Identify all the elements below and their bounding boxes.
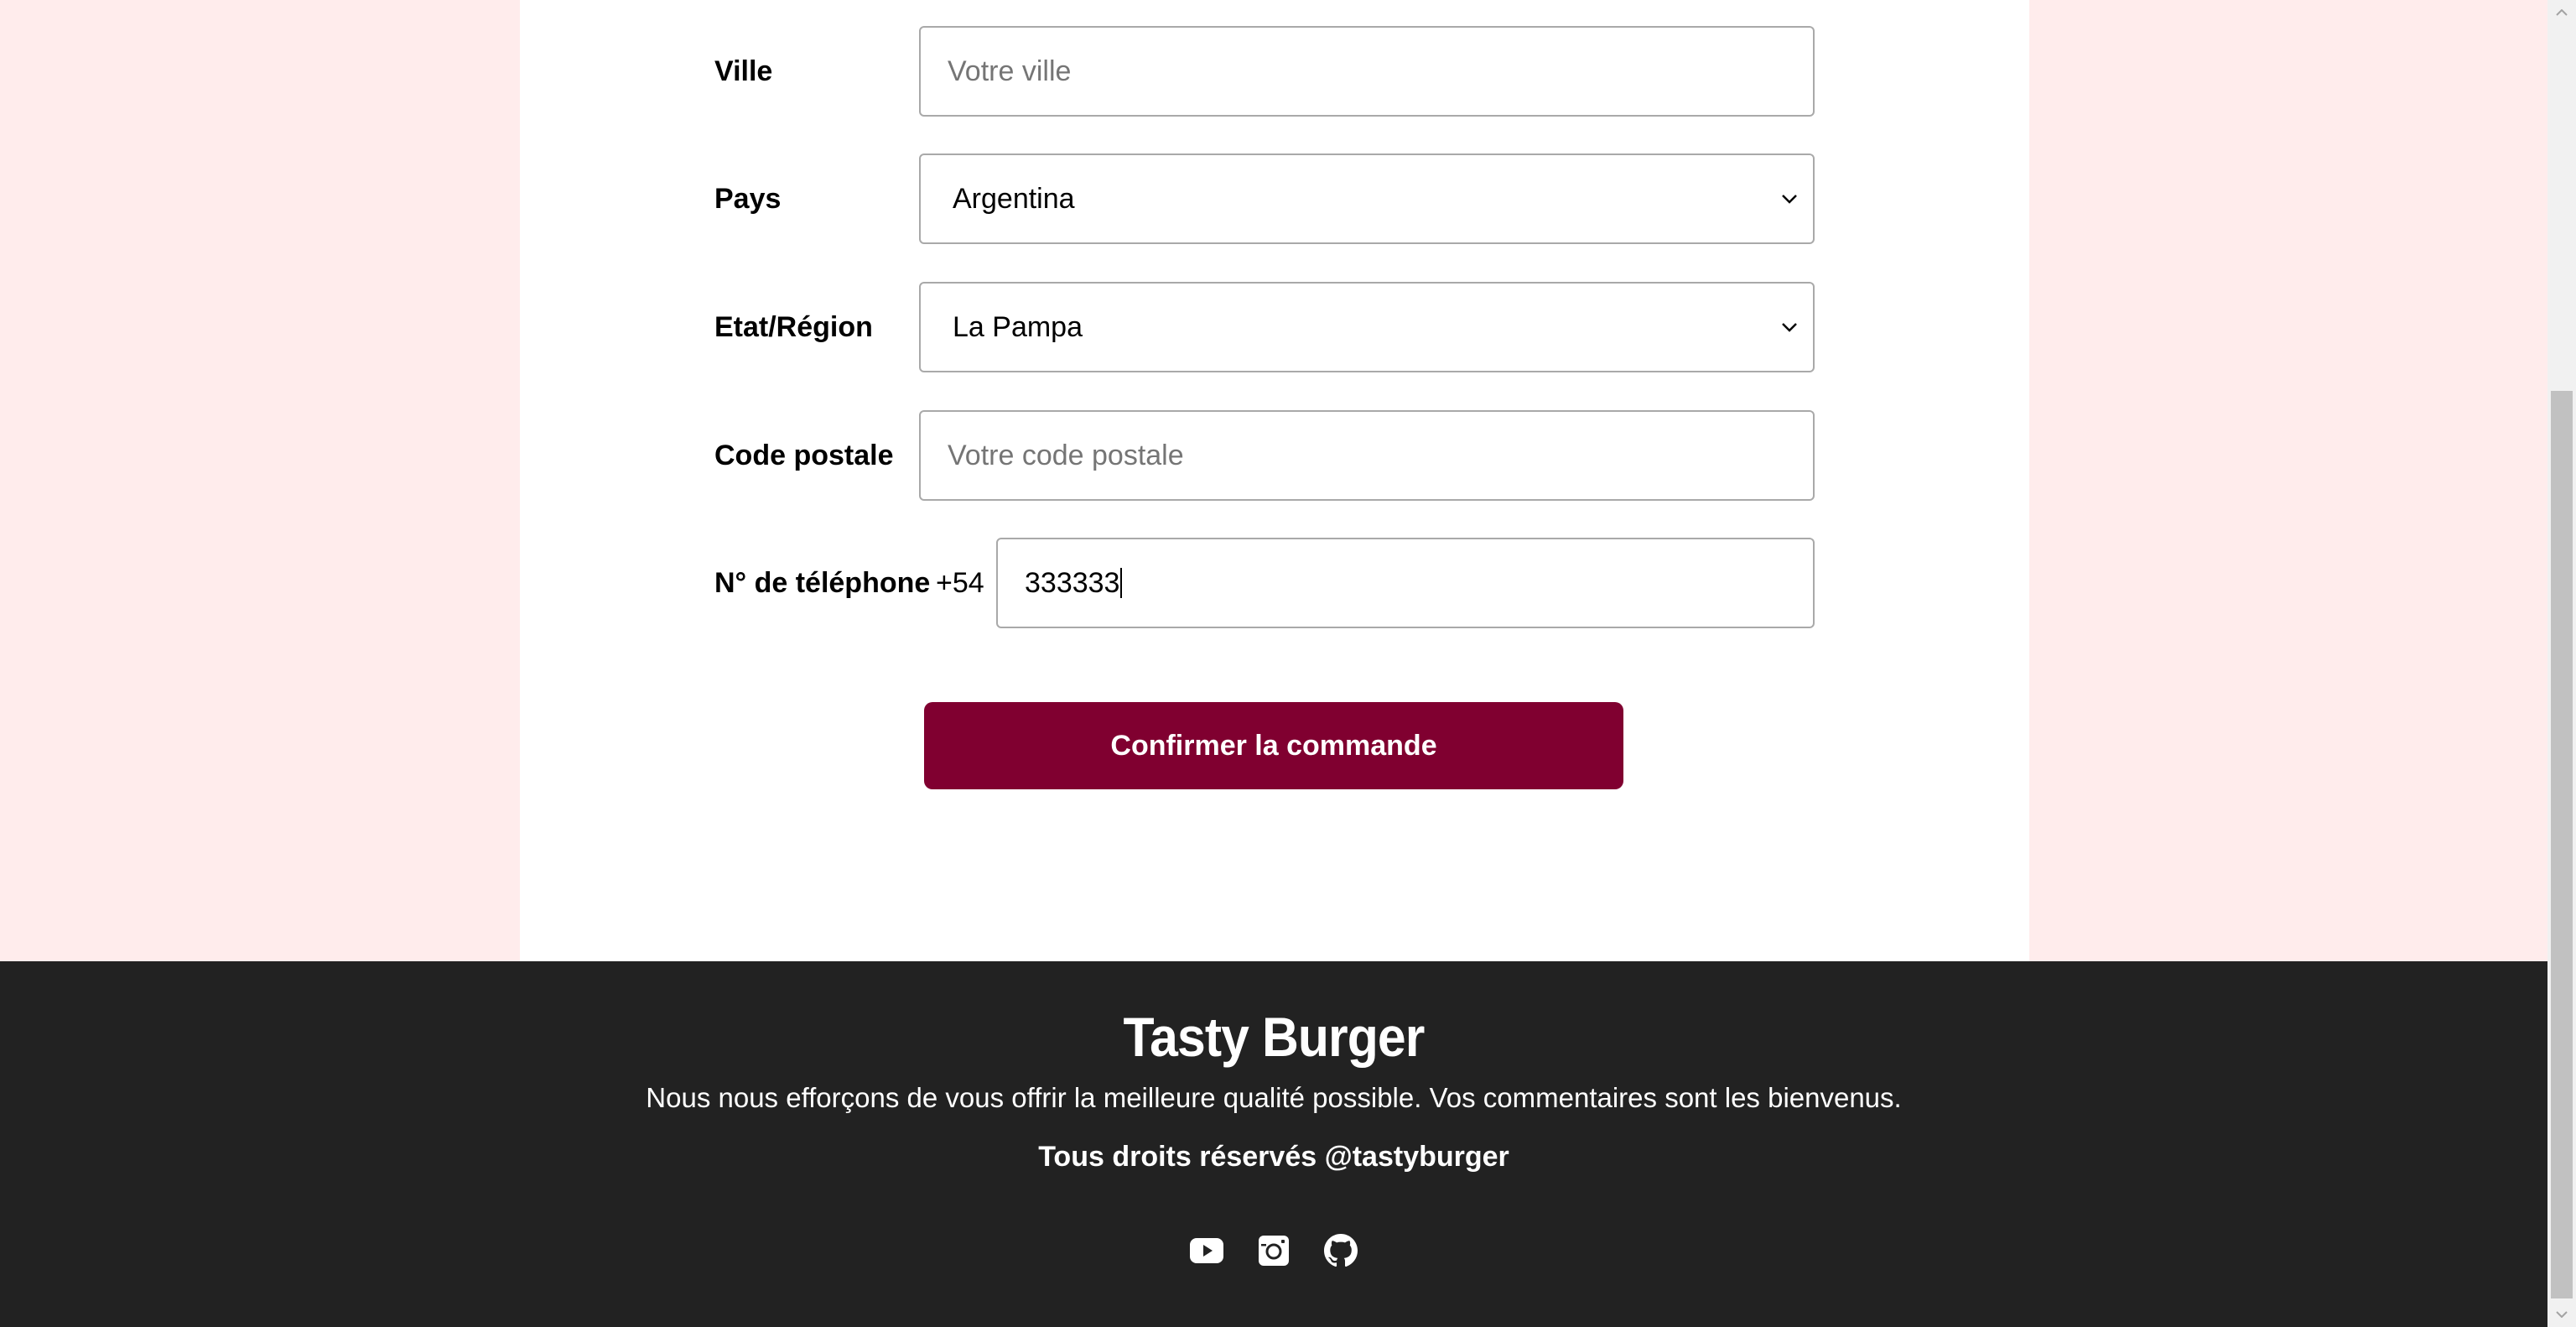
country-label: Pays	[714, 183, 782, 215]
phone-value: 333333	[1025, 567, 1120, 599]
postal-row: Code postale Votre code postale	[714, 410, 1815, 501]
text-caret	[1120, 568, 1123, 599]
footer-tagline: Nous nous efforçons de vous offrir la me…	[646, 1082, 1902, 1113]
phone-input[interactable]: 333333	[996, 538, 1815, 628]
phone-label: N° de téléphone	[714, 567, 931, 599]
region-label: Etat/Région	[714, 311, 873, 343]
phone-prefix: +54	[936, 567, 984, 599]
chevron-down-icon	[1778, 155, 1801, 242]
social-links	[0, 1233, 2547, 1268]
scroll-up-icon[interactable]	[2547, 0, 2576, 25]
scrollbar[interactable]	[2547, 0, 2576, 1327]
scroll-down-icon[interactable]	[2547, 1302, 2576, 1327]
city-placeholder: Votre ville	[948, 55, 1072, 87]
youtube-icon[interactable]	[1189, 1233, 1224, 1268]
region-row: Etat/Région La Pampa	[714, 282, 1815, 372]
region-value: La Pampa	[953, 311, 1083, 343]
confirm-order-button[interactable]: Confirmer la commande	[924, 702, 1623, 789]
chevron-down-icon	[1778, 284, 1801, 371]
country-value: Argentina	[953, 183, 1075, 215]
postal-label: Code postale	[714, 440, 894, 471]
github-icon[interactable]	[1323, 1233, 1358, 1268]
instagram-icon[interactable]	[1256, 1233, 1291, 1268]
footer-brand: Tasty Burger	[1123, 1006, 1425, 1068]
footer: Tasty Burger Nous nous efforçons de vous…	[0, 961, 2547, 1327]
phone-row: N° de téléphone +54 333333	[714, 538, 1815, 628]
footer-rights: Tous droits réservés @tastyburger	[1038, 1141, 1509, 1173]
city-row: Ville Votre ville	[714, 26, 1815, 117]
country-row: Pays Argentina	[714, 154, 1815, 244]
region-select[interactable]: La Pampa	[919, 282, 1815, 372]
scrollbar-thumb[interactable]	[2551, 391, 2573, 1298]
postal-input[interactable]: Votre code postale	[919, 410, 1815, 501]
city-label: Ville	[714, 55, 773, 87]
city-input[interactable]: Votre ville	[919, 26, 1815, 117]
country-select[interactable]: Argentina	[919, 154, 1815, 244]
postal-placeholder: Votre code postale	[948, 440, 1184, 471]
